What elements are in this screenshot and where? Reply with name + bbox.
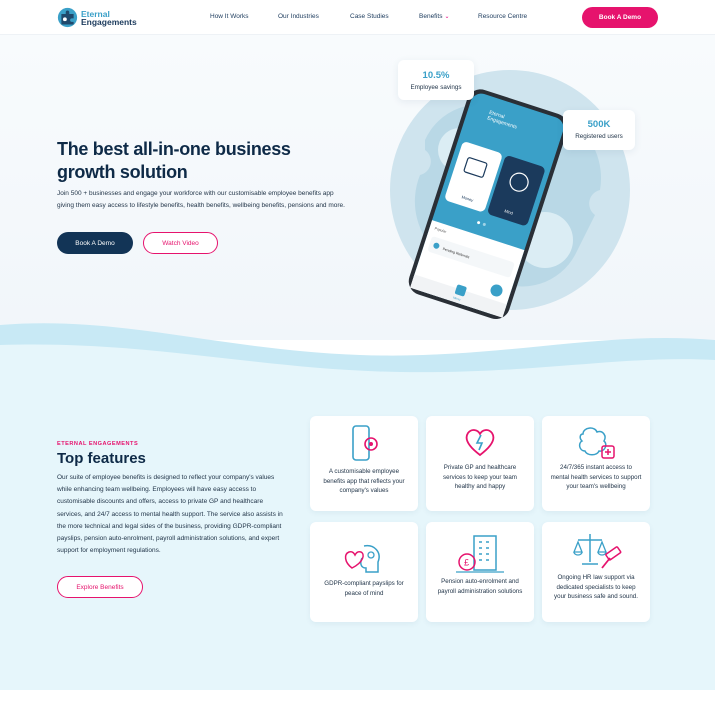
hero-description: Join 500 + businesses and engage your wo… [57,190,345,209]
nav-how-it-works[interactable]: How It Works [210,13,249,20]
heart-pulse-icon [465,429,495,457]
feature-card-text: GDPR-compliant payslips for peace of min… [324,580,404,597]
feature-card-text: A customisable employee benefits app tha… [323,468,405,494]
scales-gavel-icon [573,534,622,569]
brand-logo[interactable]: Eternal Engagements [57,7,137,28]
nav-case-studies[interactable]: Case Studies [350,13,389,20]
feature-card-text: 24/7/365 instant access to mental health… [550,464,642,490]
stat-value: 500K [587,119,611,130]
footer-band [0,690,715,715]
stat-label: Employee savings [410,84,462,91]
svg-text:£: £ [464,558,469,568]
hero-book-demo-button[interactable]: Book A Demo [57,232,133,254]
stat-value: 10.5% [422,70,450,81]
head-heart-icon [344,544,380,573]
features-title: Top features [57,450,146,467]
brand-wordmark: Eternal Engagements [81,9,137,27]
stat-card-users: 500K Registered users [563,110,635,150]
feature-card-mental-health: 24/7/365 instant access to mental health… [542,416,650,511]
header-book-demo-button[interactable]: Book A Demo [582,7,658,28]
chevron-down-icon: ⌄ [444,14,450,20]
puzzle-logo-icon [57,7,78,28]
wave-divider [0,323,715,400]
stat-label: Registered users [575,133,623,140]
explore-benefits-button[interactable]: Explore Benefits [57,576,143,598]
phone-gear-icon [352,425,378,461]
feature-card-text: Ongoing HR law support via dedicated spe… [554,574,638,600]
site-header: Eternal Engagements How It Works Our Ind… [0,0,715,35]
nav-resource-centre[interactable]: Resource Centre [478,13,527,20]
feature-card-text: Private GP and healthcare services to ke… [443,464,517,490]
feature-card-text: Pension auto-enrolment and payroll admin… [437,578,523,595]
features-description: Our suite of employee benefits is design… [57,474,283,555]
stat-card-savings: 10.5% Employee savings [398,60,474,100]
feature-card-hr-law: Ongoing HR law support via dedicated spe… [542,522,650,622]
feature-card-pension: £ Pension auto-enrolment and payroll adm… [426,522,534,622]
nav-benefits-label: Benefits [419,13,443,20]
brand-line2: Engagements [81,16,137,27]
building-pound-icon: £ [456,535,504,573]
nav-benefits[interactable]: Benefits ⌄ [419,13,450,20]
feature-card-gp: Private GP and healthcare services to ke… [426,416,534,511]
watch-video-button[interactable]: Watch Video [143,232,218,254]
features-eyebrow: ETERNAL ENGAGEMENTS [57,441,139,447]
nav-our-industries[interactable]: Our Industries [278,13,319,20]
feature-card-payslips: GDPR-compliant payslips for peace of min… [310,522,418,622]
feature-card-app: A customisable employee benefits app tha… [310,416,418,511]
brain-plus-icon [578,427,615,459]
hero-title: The best all-in-one business growth solu… [57,139,291,182]
